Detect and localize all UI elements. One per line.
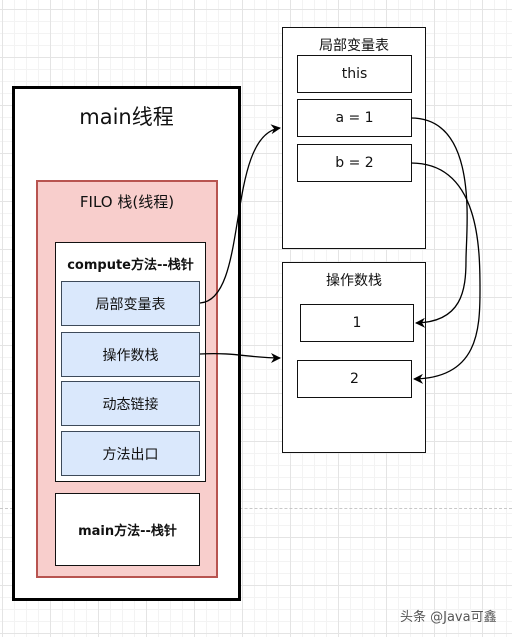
cell-this[interactable]: this <box>297 55 412 93</box>
compute-frame-title: compute方法--栈针 <box>67 258 194 273</box>
cell-b[interactable]: b = 2 <box>297 144 412 182</box>
operand-stack-title: 操作数栈 <box>326 273 382 289</box>
watermark: 头条 @Java可鑫 <box>400 610 497 625</box>
main-frame-title: main方法--栈针 <box>78 524 177 539</box>
slot-method-exit[interactable]: 方法出口 <box>61 431 200 476</box>
slot-operand-stack[interactable]: 操作数栈 <box>61 332 200 377</box>
slot-dynamic-linking[interactable]: 动态链接 <box>61 381 200 426</box>
operand-cell-2[interactable]: 2 <box>297 360 412 398</box>
slot-label: 动态链接 <box>102 396 159 413</box>
slot-label: 方法出口 <box>102 446 159 463</box>
cell-a[interactable]: a = 1 <box>297 99 412 137</box>
cell-label: 1 <box>352 315 362 331</box>
operand-cell-1[interactable]: 1 <box>300 304 414 342</box>
slot-label: 操作数栈 <box>102 347 159 364</box>
cell-label: b = 2 <box>335 155 374 171</box>
local-var-table-title: 局部变量表 <box>319 38 389 54</box>
cell-label: 2 <box>350 371 359 387</box>
slot-label: 局部变量表 <box>95 296 166 313</box>
main-stack-frame[interactable]: main方法--栈针 <box>55 493 200 566</box>
slot-local-var-table[interactable]: 局部变量表 <box>61 281 200 326</box>
cell-label: this <box>341 66 368 82</box>
operand-stack-panel[interactable]: 操作数栈 <box>282 262 426 453</box>
cell-label: a = 1 <box>335 110 374 126</box>
filo-stack-title: FILO 栈(线程) <box>79 193 175 211</box>
main-thread-title: main线程 <box>79 105 174 129</box>
